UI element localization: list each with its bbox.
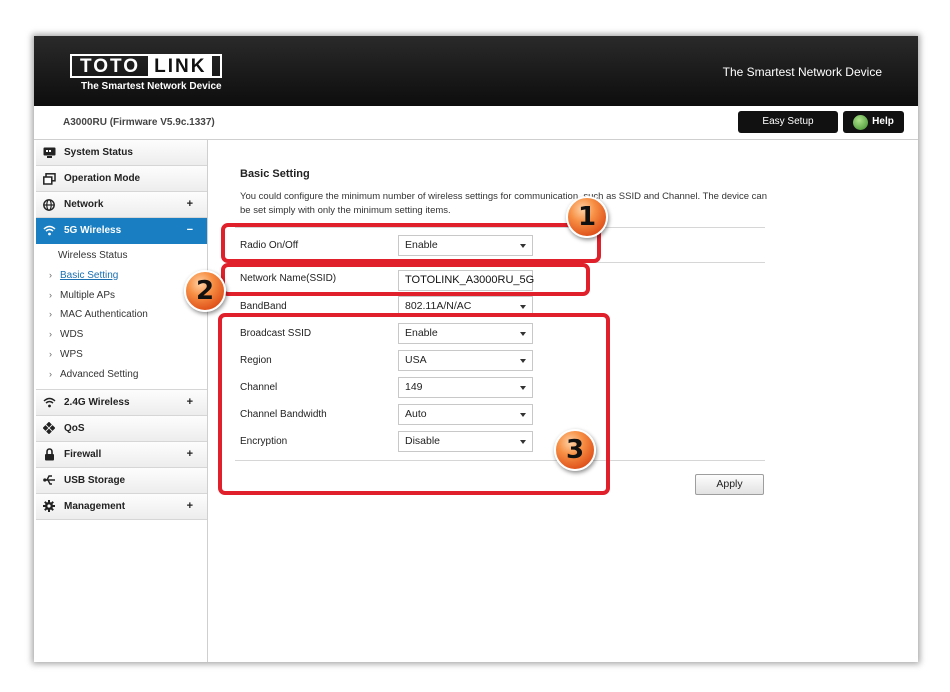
logo-toto-text: TOTO (80, 56, 141, 77)
windows-icon (42, 172, 56, 186)
sub-header-bar: A3000RU (Firmware V5.9c.1337) Easy Setup… (34, 106, 918, 140)
sidebar-item-label: 5G Wireless (64, 225, 122, 236)
expand-icon[interactable]: + (187, 396, 193, 408)
page-title: Basic Setting (240, 168, 310, 180)
sidebar-item-qos[interactable]: QoS (36, 415, 207, 442)
apply-button[interactable]: Apply (695, 474, 764, 495)
monitor-icon (42, 146, 56, 160)
wifi-icon (42, 395, 56, 409)
submenu-basic-setting[interactable]: Basic Setting (36, 266, 207, 286)
sidebar-item-label: Firewall (64, 448, 102, 460)
sidebar-item-usb-storage[interactable]: USB Storage (36, 467, 207, 494)
annotation-number-1: 1 (566, 196, 608, 238)
submenu-wds[interactable]: WDS (36, 325, 207, 345)
header-tagline: The Smartest Network Device (722, 65, 882, 79)
expand-icon[interactable]: + (187, 448, 193, 460)
sidebar-item-label: Operation Mode (64, 173, 141, 184)
sidebar-item-operation-mode[interactable]: Operation Mode (36, 166, 207, 192)
header-bar: TOTO LINK The Smartest Network Device Th… (34, 36, 918, 106)
totolink-logo[interactable]: TOTO LINK The Smartest Network Device (70, 54, 222, 92)
lock-icon (42, 447, 56, 461)
help-button[interactable]: Help (843, 111, 904, 133)
sidebar-item-label: QoS (64, 422, 85, 434)
sidebar-item-firewall[interactable]: Firewall + (36, 441, 207, 468)
submenu-advanced-setting[interactable]: Advanced Setting (36, 365, 207, 385)
logo-link-text: LINK (148, 56, 213, 77)
sidebar-item-label: 2.4G Wireless (64, 396, 130, 408)
sidebar-item-network[interactable]: Network + (36, 192, 207, 218)
easy-setup-button[interactable]: Easy Setup (738, 111, 838, 133)
sidebar-item-5g-wireless[interactable]: 5G Wireless − (36, 218, 207, 244)
gear-icon (42, 499, 56, 513)
sidebar-item-label: Management (64, 500, 126, 512)
annotation-number-2: 2 (184, 270, 226, 312)
page-description: You could configure the minimum number o… (240, 191, 767, 216)
submenu-mac-authentication[interactable]: MAC Authentication (36, 305, 207, 325)
annotation-box-1 (221, 223, 601, 263)
logo-box: TOTO LINK (70, 54, 222, 78)
chevron-down-icon (520, 305, 526, 309)
expand-icon[interactable]: + (187, 198, 193, 210)
expand-icon[interactable]: + (187, 500, 193, 512)
help-icon (853, 114, 869, 130)
sidebar-item-label: Network (64, 199, 104, 210)
submenu-wireless-status[interactable]: Wireless Status (36, 246, 207, 266)
sidebar-item-label: System Status (64, 147, 133, 158)
sidebar-item-label: USB Storage (64, 474, 126, 486)
sidebar-item-system-status[interactable]: System Status (36, 140, 207, 166)
help-label: Help (872, 116, 894, 127)
main-content: Basic Setting You could configure the mi… (209, 140, 918, 662)
submenu-multiple-aps[interactable]: Multiple APs (36, 286, 207, 306)
firmware-model-label: A3000RU (Firmware V5.9c.1337) (63, 117, 215, 128)
band-label: BandBand (240, 301, 287, 312)
sidebar-item-2-4g-wireless[interactable]: 2.4G Wireless + (36, 389, 207, 416)
band-value: 802.11A/N/AC (405, 300, 472, 312)
sidebar-item-management[interactable]: Management + (36, 493, 207, 520)
5g-wireless-submenu: Wireless Status Basic Setting Multiple A… (36, 244, 207, 390)
usb-icon (42, 473, 56, 487)
qos-icon (42, 421, 56, 435)
submenu-wps[interactable]: WPS (36, 345, 207, 365)
annotation-box-3 (218, 313, 610, 495)
globe-icon (42, 198, 56, 212)
collapse-icon[interactable]: − (187, 224, 193, 236)
router-admin-window: TOTO LINK The Smartest Network Device Th… (34, 36, 918, 662)
wifi-icon (42, 224, 56, 238)
sidebar-nav: System Status Operation Mode Network + 5… (36, 140, 208, 662)
logo-tagline: The Smartest Network Device (81, 81, 222, 92)
annotation-number-3: 3 (554, 429, 596, 471)
annotation-box-2 (221, 263, 590, 296)
